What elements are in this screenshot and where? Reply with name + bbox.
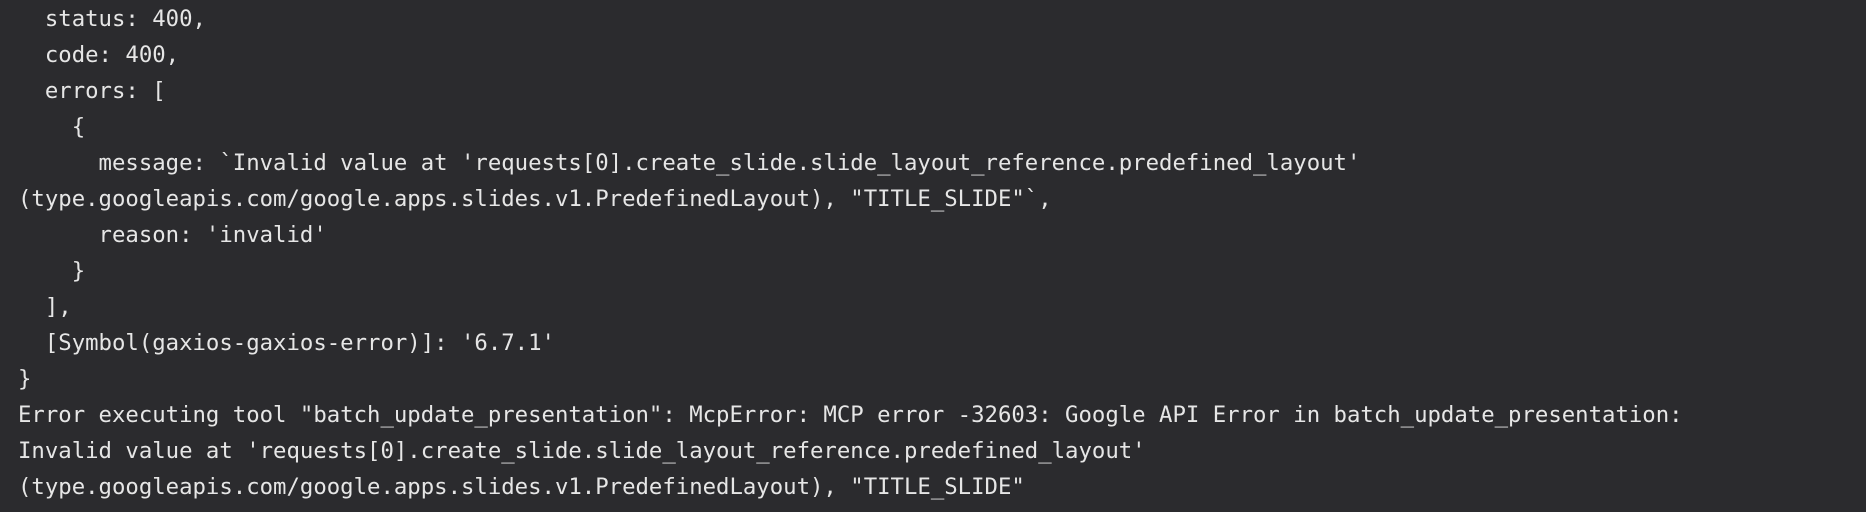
error-detail-line: Invalid value at 'requests[0].create_sli… [18,438,1146,464]
error-type-line: (type.googleapis.com/google.apps.slides.… [18,474,1025,500]
symbol-line: [Symbol(gaxios-gaxios-error)]: '6.7.1' [18,330,555,356]
errors-open-line: errors: [ [18,78,166,104]
reason-line: reason: 'invalid' [18,222,327,248]
code-line: code: 400, [18,42,180,68]
error-executing-line: Error executing tool "batch_update_prese… [18,402,1683,428]
message-line: message: `Invalid value at 'requests[0].… [18,150,1361,176]
object-close-line: } [18,258,86,284]
terminal-output: status: 400, code: 400, errors: [ { mess… [0,0,1866,512]
object-open-line: { [18,114,86,140]
errors-close-line: ], [18,294,72,320]
message-continuation-line: (type.googleapis.com/google.apps.slides.… [18,186,1052,212]
status-line: status: 400, [18,6,206,32]
brace-close-line: } [18,366,32,392]
